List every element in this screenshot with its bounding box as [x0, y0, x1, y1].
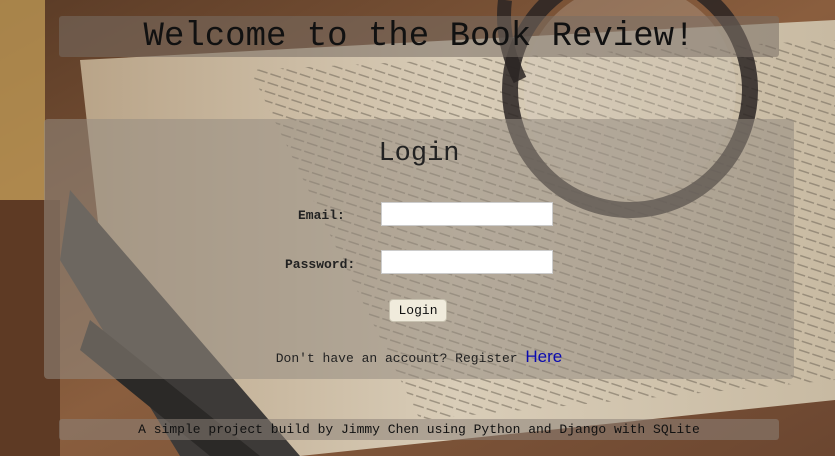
- header-bar: Welcome to the Book Review!: [59, 16, 779, 57]
- email-label: Email:: [298, 208, 345, 223]
- password-label: Password:: [285, 257, 356, 272]
- login-panel: Login Email: Password: Login Don't have …: [44, 119, 794, 379]
- footer-bar: A simple project build by Jimmy Chen usi…: [59, 419, 779, 440]
- login-button[interactable]: Login: [389, 299, 447, 322]
- password-field[interactable]: [381, 250, 553, 274]
- footer-text: A simple project build by Jimmy Chen usi…: [138, 422, 700, 437]
- page-title: Welcome to the Book Review!: [143, 17, 695, 56]
- register-prompt-text: Don't have an account? Register: [275, 351, 526, 366]
- register-link[interactable]: Here: [525, 347, 562, 366]
- register-prompt: Don't have an account? Register Here: [44, 347, 794, 367]
- login-heading: Login: [378, 139, 460, 169]
- email-field[interactable]: [381, 202, 553, 226]
